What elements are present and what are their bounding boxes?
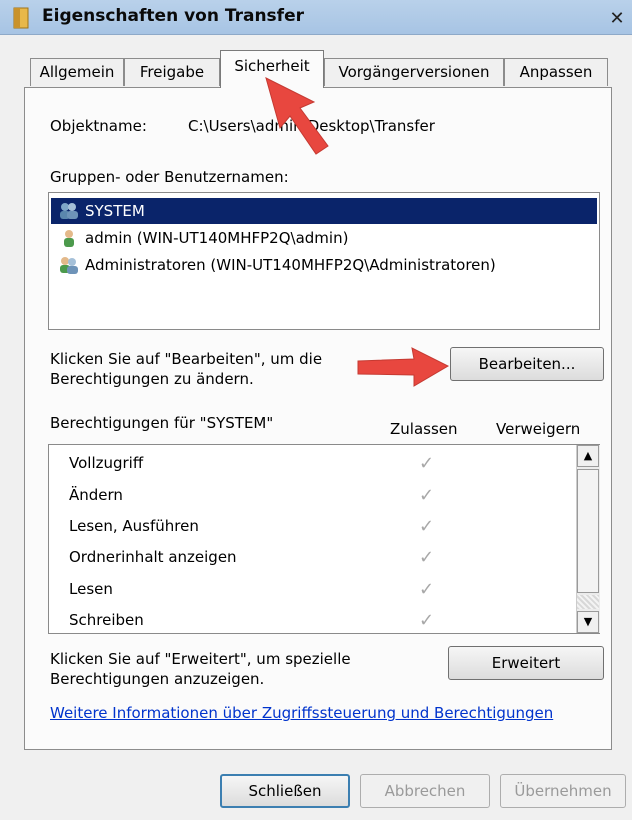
close-button[interactable]: Schließen	[220, 774, 350, 808]
permission-label: Lesen	[69, 580, 113, 598]
permission-label: Vollzugriff	[69, 454, 144, 472]
column-deny: Verweigern	[496, 420, 581, 438]
permissions-list[interactable]: Vollzugriff ✓ Ändern ✓ Lesen, Ausführen …	[48, 444, 600, 634]
annotation-arrow-icon	[265, 77, 329, 155]
tab-vorgaengerversionen[interactable]: Vorgängerversionen	[324, 58, 504, 86]
permission-row-ordnerinhalt: Ordnerinhalt anzeigen ✓	[69, 543, 569, 573]
check-icon: ✓	[419, 516, 435, 537]
edit-hint-line2: Berechtigungen zu ändern.	[50, 370, 254, 388]
group-list-label: Gruppen- oder Benutzernamen:	[50, 168, 289, 186]
users-group-icon	[60, 203, 78, 219]
permission-label: Ordnerinhalt anzeigen	[69, 548, 237, 566]
scroll-up-icon[interactable]: ▲	[577, 445, 599, 467]
permissions-title: Berechtigungen für "SYSTEM"	[50, 414, 274, 432]
advanced-hint-line1: Klicken Sie auf "Erweitert", um speziell…	[50, 650, 351, 668]
list-item-label: admin (WIN-UT140MHFP2Q\admin)	[85, 229, 349, 247]
permission-row-vollzugriff: Vollzugriff ✓	[69, 449, 569, 479]
object-name-label: Objektname:	[50, 117, 147, 135]
advanced-hint-line2: Berechtigungen anzuzeigen.	[50, 670, 265, 688]
permission-label: Lesen, Ausführen	[69, 517, 199, 535]
permission-label: Ändern	[69, 486, 123, 504]
permission-row-lesen: Lesen ✓	[69, 575, 569, 605]
apply-button[interactable]: Übernehmen	[500, 774, 626, 808]
window-title: Eigenschaften von Transfer	[42, 6, 304, 26]
cancel-button[interactable]: Abbrechen	[360, 774, 490, 808]
scroll-thumb[interactable]	[577, 469, 599, 593]
tab-freigabe[interactable]: Freigabe	[124, 58, 220, 86]
list-item-label: Administratoren (WIN-UT140MHFP2Q\Adminis…	[85, 256, 496, 274]
user-icon	[64, 230, 74, 247]
column-allow: Zulassen	[390, 420, 458, 438]
edit-hint-line1: Klicken Sie auf "Bearbeiten", um die	[50, 350, 323, 368]
permissions-scrollbar[interactable]: ▲ ▼	[576, 445, 600, 633]
scroll-track[interactable]	[577, 595, 599, 609]
list-item-system[interactable]: SYSTEM	[51, 198, 597, 224]
annotation-arrow-icon	[357, 347, 450, 387]
close-icon[interactable]: ✕	[606, 10, 628, 30]
permission-label: Schreiben	[69, 611, 144, 629]
tab-anpassen[interactable]: Anpassen	[504, 58, 608, 86]
permission-row-schreiben: Schreiben ✓	[69, 606, 569, 633]
advanced-button[interactable]: Erweitert	[448, 646, 604, 680]
list-item-label: SYSTEM	[85, 202, 145, 220]
check-icon: ✓	[419, 579, 435, 600]
check-icon: ✓	[419, 547, 435, 568]
group-user-list[interactable]: SYSTEM admin (WIN-UT140MHFP2Q\admin) Adm…	[48, 192, 600, 330]
scroll-down-icon[interactable]: ▼	[577, 611, 599, 633]
tab-allgemein[interactable]: Allgemein	[30, 58, 124, 86]
check-icon: ✓	[419, 610, 435, 631]
permission-row-aendern: Ändern ✓	[69, 481, 569, 511]
folder-icon	[13, 7, 29, 29]
list-item-admin[interactable]: admin (WIN-UT140MHFP2Q\admin)	[51, 225, 597, 251]
list-item-administratoren[interactable]: Administratoren (WIN-UT140MHFP2Q\Adminis…	[51, 252, 597, 278]
edit-button[interactable]: Bearbeiten...	[450, 347, 604, 381]
help-link[interactable]: Weitere Informationen über Zugriffssteue…	[50, 704, 553, 722]
check-icon: ✓	[419, 453, 435, 474]
permission-row-lesen-ausfuehren: Lesen, Ausführen ✓	[69, 512, 569, 542]
check-icon: ✓	[419, 485, 435, 506]
admin-group-icon	[60, 257, 78, 274]
